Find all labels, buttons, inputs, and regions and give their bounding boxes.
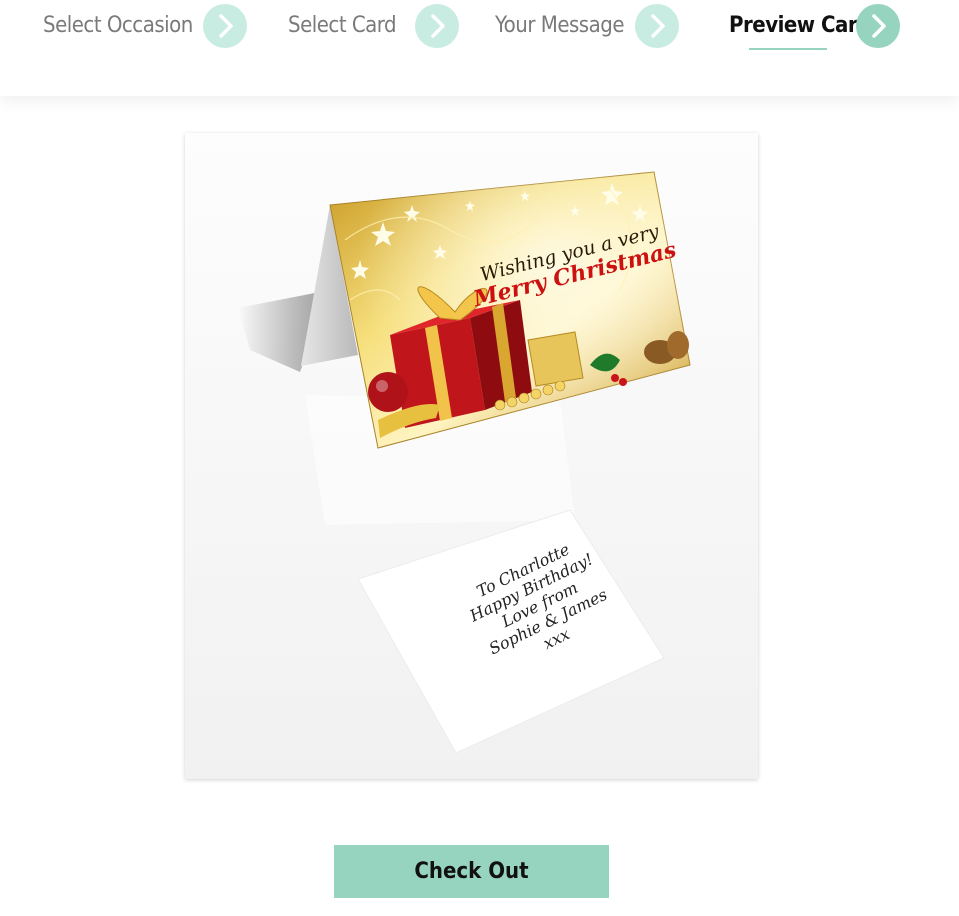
step-label: Your Message <box>495 13 625 38</box>
step-label: Select Occasion <box>43 13 193 38</box>
step-label: Select Card <box>288 13 397 38</box>
chevron-right-icon[interactable] <box>415 4 459 48</box>
chevron-right-icon[interactable] <box>856 4 900 48</box>
active-step-underline <box>749 48 827 50</box>
chevron-right-icon[interactable] <box>203 4 247 48</box>
card-preview-illustration <box>238 171 691 754</box>
step-progress-bar: Select Occasion Select Card Your Message… <box>0 0 959 96</box>
small-gift-box <box>527 331 584 387</box>
chevron-right-icon[interactable] <box>635 4 679 48</box>
ornament-ball <box>368 372 408 412</box>
step-label: Preview Card <box>729 13 871 38</box>
checkout-button[interactable]: Check Out <box>334 845 609 898</box>
